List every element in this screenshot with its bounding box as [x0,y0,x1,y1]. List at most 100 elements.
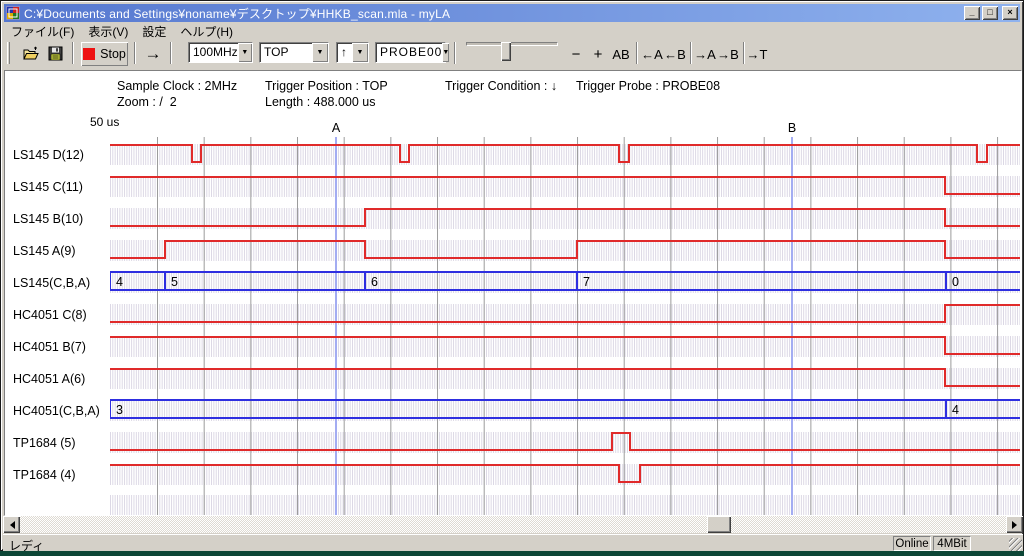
bus-value: 4 [952,403,959,417]
status-ready-text: レディ [9,537,44,554]
channel-label: LS145 A(9) [13,235,109,267]
sample-clock-select[interactable]: 100MHz ▼ [188,42,253,63]
scroll-right-icon [1012,521,1021,529]
bus-value: 3 [116,403,123,417]
bus-value: 4 [116,275,123,289]
plus-icon: + [594,46,603,63]
sample-clock-info: Sample Clock : 2MHz [117,79,237,93]
goto-trigger-button[interactable]: →T [746,42,768,66]
save-floppy-icon [48,46,64,62]
open-folder-icon [23,46,39,62]
channel-label: HC4051 C(8) [13,299,109,331]
zoom-slider-thumb[interactable] [501,42,511,61]
toolbar-separator [636,42,638,64]
title-bar[interactable]: C:¥Documents and Settings¥noname¥デスクトップ¥… [4,4,1020,22]
channel-label: HC4051 A(6) [13,363,109,395]
toolbar-separator [743,42,745,64]
online-status-badge: Online [893,536,931,551]
status-bar: レディ Online 4MBit [3,534,1023,551]
scroll-right-button[interactable] [1006,516,1023,533]
open-file-button[interactable] [18,42,44,66]
trigger-probe-select[interactable]: PROBE00 ▼ [375,42,446,63]
trigger-probe-value: PROBE00 [376,43,442,62]
stop-square-icon [83,48,95,60]
toolbar-separator [170,42,172,64]
goto-marker-a-button[interactable]: ←A [641,42,663,66]
channel-label: TP1684 (5) [13,427,109,459]
zoom-slider-track[interactable] [466,42,558,46]
trigger-probe-info: Trigger Probe : PROBE08 [576,79,720,93]
menu-item-0[interactable]: ファイル(F) [4,22,81,38]
trigger-edge-value: ↑ [337,43,352,62]
marker-b-label[interactable]: B [788,121,796,135]
scrollbar-thumb[interactable] [707,516,731,533]
run-arrow-icon: → [145,44,162,64]
left-b-icon: ←B [664,47,686,62]
channel-label: LS145 B(10) [13,203,109,235]
toolbar-separator [134,42,136,64]
window-title: C:¥Documents and Settings¥noname¥デスクトップ¥… [24,5,964,22]
right-b-icon: →B [717,47,739,62]
trigger-position-select[interactable]: TOP ▼ [259,42,329,63]
trigger-condition-info: Trigger Condition : ↓ [445,79,557,93]
zoom-in-button[interactable]: + [589,42,607,66]
toolbar-separator [454,42,456,64]
waveform-plot[interactable]: 4 5 6 7 0 3 4 [110,137,1020,516]
scroll-left-button[interactable] [3,516,20,533]
set-marker-a-button[interactable]: →A [694,42,716,66]
length-info: Length : 488.000 us [265,95,376,109]
channel-label: TP1684 (4) [13,459,109,491]
marker-a-label[interactable]: A [332,121,340,135]
ab-label: AB [612,47,629,62]
scroll-left-icon [6,521,15,529]
ab-button[interactable]: AB [610,42,632,66]
app-icon [6,6,20,20]
channel-label: HC4051 B(7) [13,331,109,363]
app-window: C:¥Documents and Settings¥noname¥デスクトップ¥… [0,0,1024,551]
trigger-position-value: TOP [260,43,312,62]
zoom-out-button[interactable]: − [567,42,585,66]
channel-label: LS145 C(11) [13,171,109,203]
waveform-client-area: Sample Clock : 2MHz Trigger Position : T… [4,70,1022,516]
horizontal-scrollbar[interactable] [3,516,1023,533]
menu-bar: ファイル(F)表示(V)設定ヘルプ(H) [4,22,1020,38]
memory-status-badge: 4MBit [933,536,971,551]
channel-label: LS145 D(12) [13,139,109,171]
chevron-down-icon[interactable]: ▼ [238,43,252,62]
right-t-icon: →T [747,47,768,62]
time-scale-label: 50 us [90,115,119,129]
minimize-button[interactable]: _ [964,6,980,20]
channel-label: HC4051(C,B,A) [13,395,109,427]
chevron-down-icon[interactable]: ▼ [442,43,449,62]
save-button[interactable] [44,42,68,66]
bus-value: 0 [952,275,959,289]
sample-clock-value: 100MHz [189,43,238,62]
stop-label: Stop [100,47,126,61]
chevron-down-icon[interactable]: ▼ [312,43,328,62]
resize-grip[interactable] [1009,538,1022,551]
trigger-edge-select[interactable]: ↑ ▼ [336,42,369,63]
bus-value: 7 [583,275,590,289]
zoom-info: Zoom : / 2 [117,95,177,109]
chevron-down-icon[interactable]: ▼ [352,43,368,62]
close-button[interactable]: × [1002,6,1018,20]
toolbar-separator [690,42,692,64]
maximize-button[interactable]: □ [982,6,998,20]
bus-value: 5 [171,275,178,289]
menu-item-3[interactable]: ヘルプ(H) [173,22,240,38]
left-a-icon: ←A [641,47,663,62]
stop-button[interactable]: Stop [81,42,128,66]
toolbar-separator [72,42,74,64]
bus-value: 6 [371,275,378,289]
trigger-position-info: Trigger Position : TOP [265,79,388,93]
toolbar: Stop → 100MHz ▼ TOP ▼ ↑ ▼ PROBE00 ▼ − + … [4,38,1020,70]
toolbar-grip [7,42,10,64]
set-marker-b-button[interactable]: →B [717,42,739,66]
run-button[interactable]: → [142,42,164,66]
menu-item-1[interactable]: 表示(V) [81,22,135,38]
channel-label: LS145(C,B,A) [13,267,109,299]
goto-marker-b-button[interactable]: ←B [664,42,686,66]
menu-item-2[interactable]: 設定 [135,22,173,38]
right-a-icon: →A [694,47,716,62]
minus-icon: − [572,46,581,63]
